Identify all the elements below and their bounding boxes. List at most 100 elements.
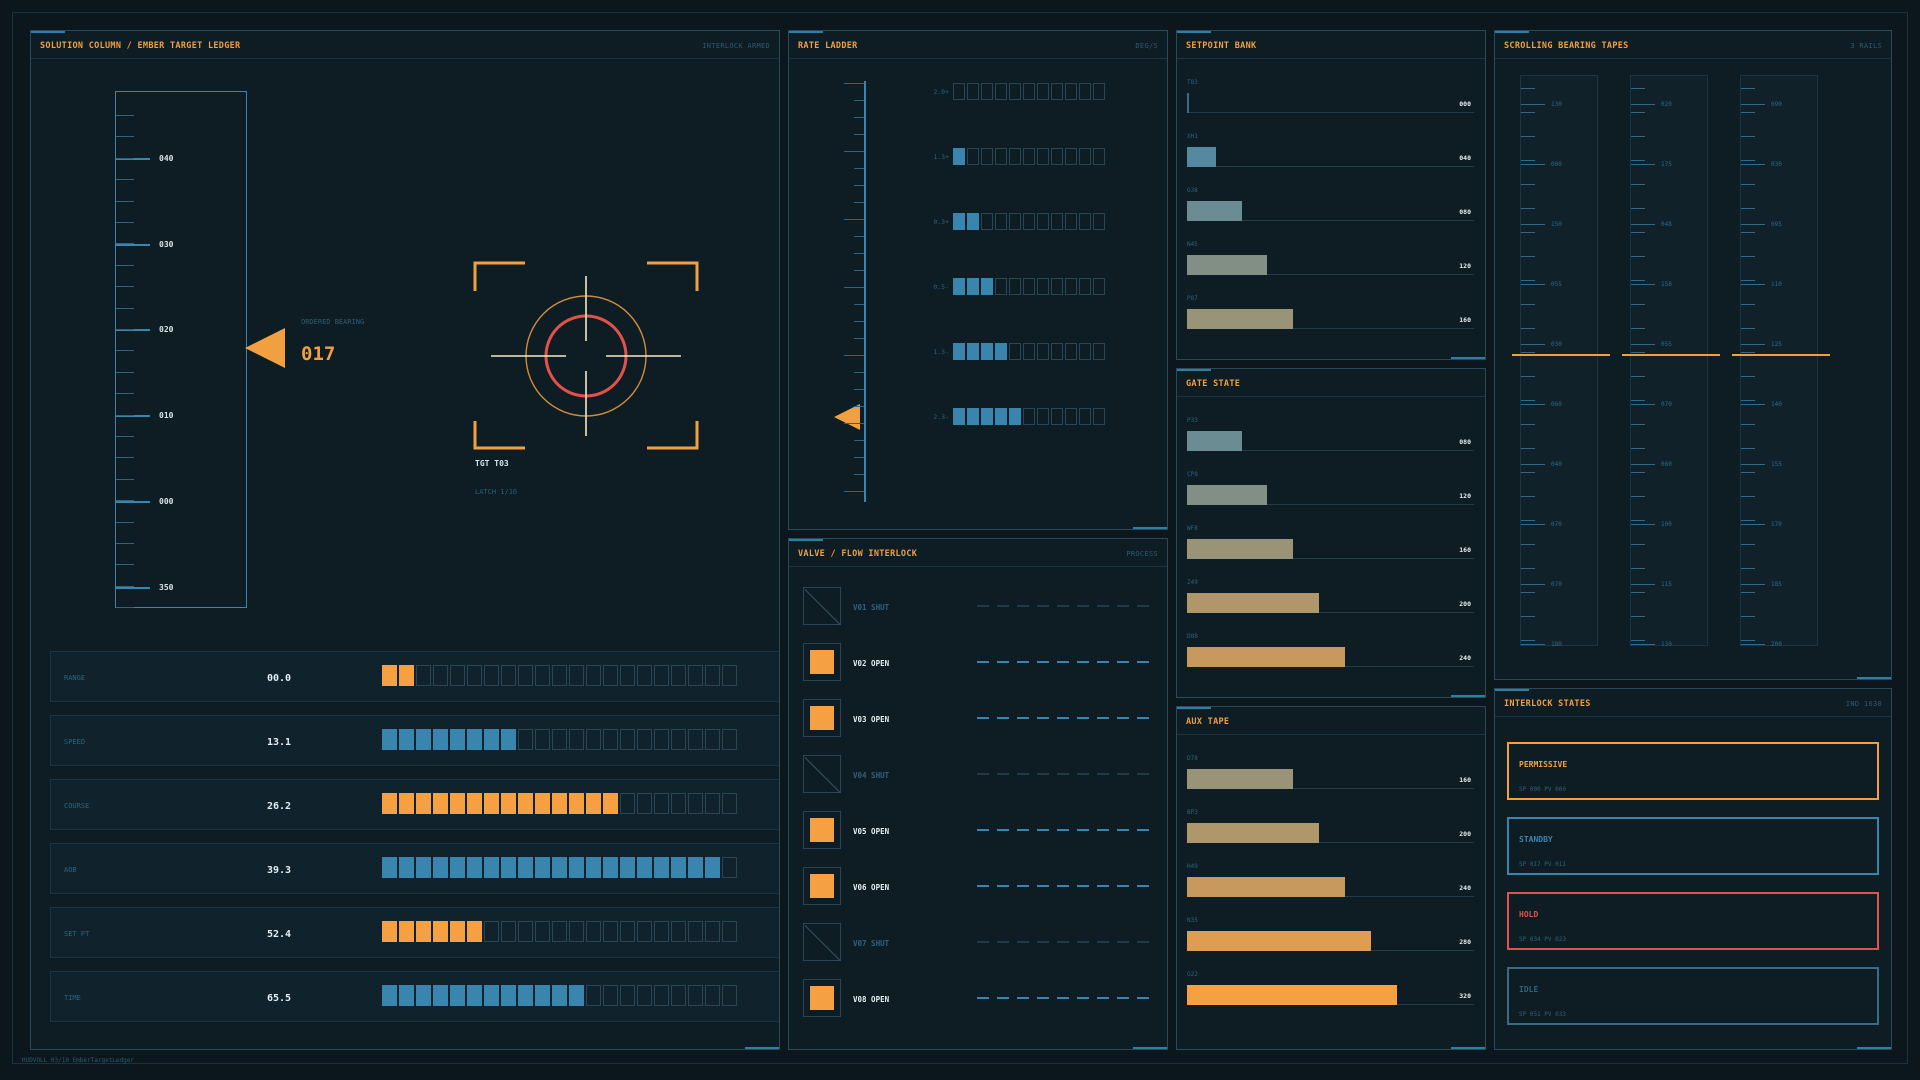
latch-label: LATCH 1/10 [475,488,518,496]
tape-major-tick [116,587,150,589]
metric-bar-cell [382,857,397,878]
panel-status: 3 RAILS [1850,42,1882,50]
bar-label: Z49 [1187,579,1198,586]
level-bar-value: 240 [1459,884,1471,892]
metric-bar-cell [399,793,414,814]
rate-tick [854,185,864,186]
metric-label: AOB [64,866,77,874]
bearing-rail[interactable]: 090030095110125140155170185200060215 [1740,75,1818,648]
rate-cell [1023,408,1035,425]
rate-cell [967,343,979,360]
metric-bar-cell [688,921,703,942]
metric-bar-cell [705,793,720,814]
rail-minor-tick [1521,352,1535,353]
metric-bar-cell [535,985,550,1006]
level-bar: 240 [1187,877,1474,897]
target-reticle-icon[interactable] [461,231,711,481]
panel-header: RATE LADDER DEG/S [789,31,1167,59]
rail-label: 125 [1771,341,1782,348]
rail-label: 115 [1661,581,1672,588]
valve-slash [804,924,841,962]
metric-bar-cell [535,793,550,814]
metric-bar-cell [569,985,584,1006]
rate-cell [995,213,1007,230]
state-sub: SP 000 PV 000 [1519,786,1566,793]
panel-status: INTERLOCK ARMED [702,42,770,50]
tape-minor-tick [116,329,134,330]
metric-bar-cell [484,921,499,942]
rate-cell [1093,213,1105,230]
rate-cell [995,408,1007,425]
tape-minor-tick [116,308,134,309]
rate-tick [854,253,864,254]
panel-header: GATE STATE [1177,369,1485,397]
corner-accent [1451,1047,1485,1049]
level-bar: 280 [1187,931,1474,951]
bearing-rail[interactable]: 020175048158055070060100115130141140 [1630,75,1708,648]
rate-cell [1023,83,1035,100]
tape-minor-tick [116,415,134,416]
interlock-state-standby[interactable]: STANDBY SP 017 PV 011 [1507,817,1879,875]
metric-bar [382,729,737,750]
rail-minor-tick [1521,376,1535,377]
valve-shut-icon[interactable] [803,923,841,962]
metric-bar-cell [637,985,652,1006]
rate-tick [854,202,864,203]
metric-bar-cell [450,921,465,942]
level-bar-value: 280 [1459,938,1471,946]
metric-bar-cell [705,985,720,1006]
solution-panel: SOLUTION COLUMN / EMBER TARGET LEDGER IN… [30,30,780,1050]
rate-row-bar [953,148,1105,165]
bearing-rail[interactable]: 130000150055030060040070070180120140 [1520,75,1598,648]
rail-minor-tick [1741,448,1755,449]
level-bar: 160 [1187,539,1474,559]
rate-tick [854,100,864,101]
tape-label: 020 [159,325,174,334]
level-bar: 080 [1187,201,1474,221]
rail-minor-tick [1631,568,1645,569]
rail-major-tick [1521,584,1545,585]
level-bar-value: 080 [1459,208,1471,216]
corner-accent [1857,1047,1891,1049]
rate-cell [1009,83,1021,100]
valve-open-icon[interactable] [803,867,841,905]
rail-minor-tick [1741,592,1755,593]
interlock-state-permissive[interactable]: PERMISSIVE SP 000 PV 000 [1507,742,1879,800]
valve-shut-icon[interactable] [803,587,841,626]
metric-bar-cell [722,921,737,942]
rate-cell [1065,148,1077,165]
panel-title: VALVE / FLOW INTERLOCK [798,549,918,559]
state-sub: SP 051 PV 033 [1519,1011,1566,1018]
interlock-state-idle[interactable]: IDLE SP 051 PV 033 [1507,967,1879,1025]
valve-open-icon[interactable] [803,699,841,737]
valve-open-icon[interactable] [803,811,841,849]
rail-label: 158 [1661,281,1672,288]
valve-shut-icon[interactable] [803,755,841,794]
valve-slash [804,756,841,794]
tape-minor-tick [116,586,134,587]
bearing-tape[interactable]: 040 030 020 010 000 350 [115,91,247,608]
valve-open-icon[interactable] [803,979,841,1017]
rail-minor-tick [1631,304,1645,305]
rail-minor-tick [1521,616,1535,617]
rail-label: 090 [1771,101,1782,108]
rate-tick [854,474,864,475]
panel-title: INTERLOCK STATES [1504,699,1591,709]
rate-cell [1065,213,1077,230]
metric-bar-cell [467,857,482,878]
valve-open-icon[interactable] [803,643,841,681]
bar-label: BP3 [1187,809,1198,816]
metric-bar-cell [433,665,448,686]
metric-bar-cell [671,665,686,686]
metric-bar-cell [671,985,686,1006]
metric-value: 52.4 [267,929,292,940]
rate-cell [953,213,965,230]
rail-label: 200 [1771,641,1782,648]
state-name: PERMISSIVE [1519,760,1568,769]
metric-bar-cell [654,665,669,686]
rate-cell [1009,278,1021,295]
rate-tick [844,83,864,84]
rail-major-tick [1631,104,1655,105]
rail-minor-tick [1631,112,1645,113]
interlock-state-hold[interactable]: HOLD SP 034 PV 023 [1507,892,1879,950]
